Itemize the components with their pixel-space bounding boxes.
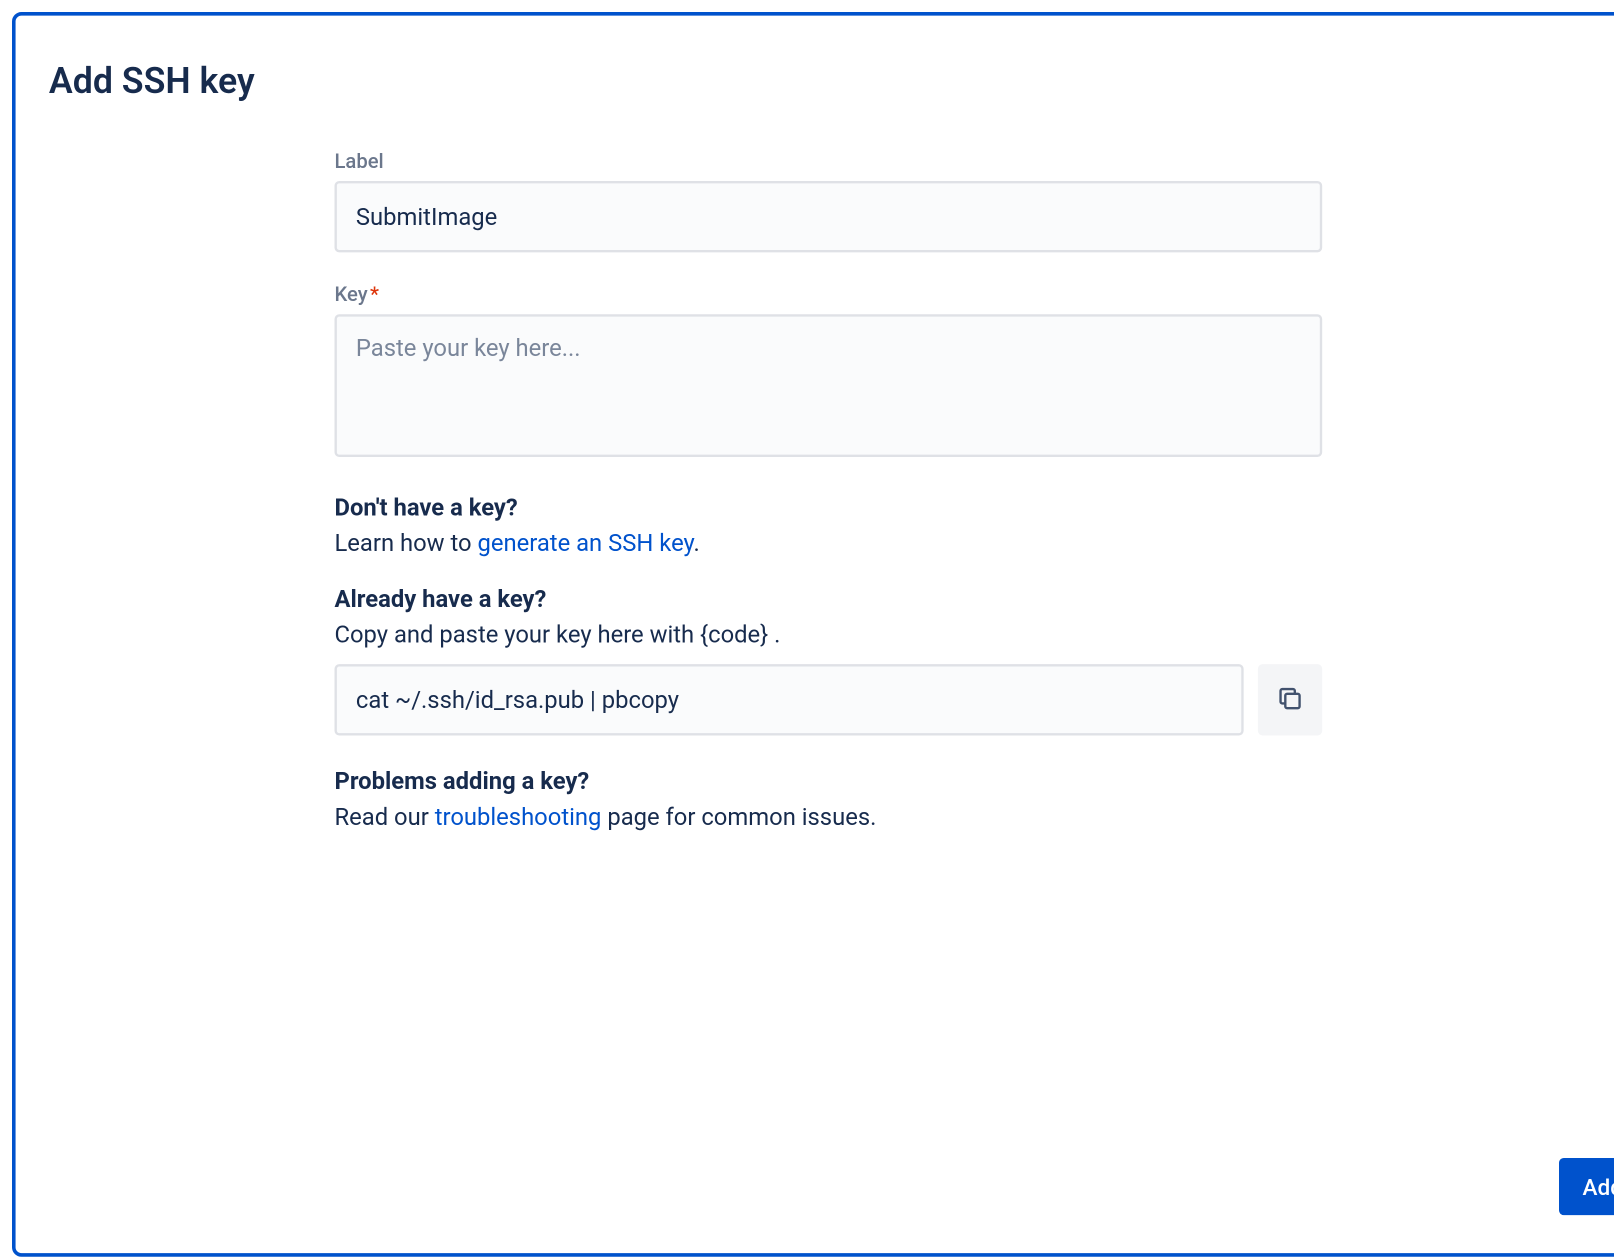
problems-post: page for common issues. — [601, 802, 876, 831]
label-field-caption: Label — [334, 150, 1322, 174]
no-key-text: Learn how to generate an SSH key. — [334, 526, 1322, 561]
no-key-heading: Don't have a key? — [334, 493, 1322, 522]
code-row: cat ~/.ssh/id_rsa.pub | pbcopy — [334, 664, 1322, 735]
form-area: Label Key* Don't have a key? Learn how t… — [334, 150, 1322, 1158]
have-key-text: Copy and paste your key here with {code}… — [334, 618, 1322, 653]
add-ssh-key-button[interactable]: Add SSH key — [1559, 1158, 1614, 1215]
copy-icon — [1276, 684, 1305, 716]
code-snippet: cat ~/.ssh/id_rsa.pub | pbcopy — [334, 664, 1243, 735]
key-field-caption: Key* — [334, 283, 1322, 307]
required-indicator: * — [370, 283, 379, 307]
problems-text: Read our troubleshooting page for common… — [334, 800, 1322, 835]
problems-pre: Read our — [334, 802, 434, 831]
copy-button[interactable] — [1258, 664, 1322, 735]
modal-footer: Add SSH key Cancel — [49, 1158, 1614, 1215]
have-key-heading: Already have a key? — [334, 584, 1322, 613]
label-input[interactable] — [334, 181, 1322, 252]
no-key-pre: Learn how to — [334, 528, 477, 557]
troubleshooting-link[interactable]: troubleshooting — [435, 802, 602, 831]
modal-title: Add SSH key — [49, 61, 1614, 103]
add-ssh-key-modal: Add SSH key Label Key* Don't have a key?… — [12, 12, 1614, 1257]
key-textarea[interactable] — [334, 314, 1322, 457]
problems-heading: Problems adding a key? — [334, 766, 1322, 795]
key-field-caption-text: Key — [334, 283, 367, 307]
generate-ssh-key-link[interactable]: generate an SSH key — [477, 528, 693, 557]
no-key-post: . — [694, 528, 700, 557]
